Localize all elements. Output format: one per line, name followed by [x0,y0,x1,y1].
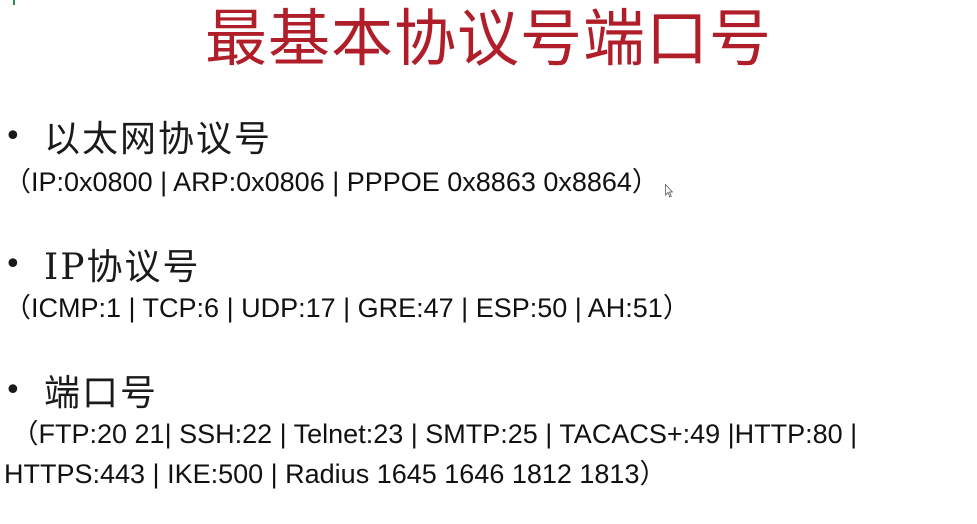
section-heading-label: 端口号 [44,373,159,414]
mouse-pointer-icon [665,184,673,198]
page-title: 最基本协议号端口号 [204,2,772,75]
section-ethernet-heading: • 以太网协议号 [4,112,273,161]
section-port-detail-line1: （FTP:20 21| SSH:22 | Telnet:23 | SMTP:25… [4,419,858,449]
section-heading-label: IP协议号 [44,247,201,288]
section-ip-heading: • IP协议号 [4,240,201,289]
section-heading-label: 以太网协议号 [44,119,273,160]
bullet-icon: • [4,246,22,282]
section-port-detail-line2: HTTPS:443 | IKE:500 | Radius 1645 1646 1… [4,459,667,489]
bullet-icon: • [4,372,22,408]
section-port-heading: • 端口号 [4,366,159,415]
bullet-icon: • [4,118,22,154]
section-ip-detail: （ICMP:1 | TCP:6 | UDP:17 | GRE:47 | ESP:… [4,293,690,323]
section-ethernet-detail: （IP:0x0800 | ARP:0x0806 | PPPOE 0x8863 0… [4,167,659,197]
